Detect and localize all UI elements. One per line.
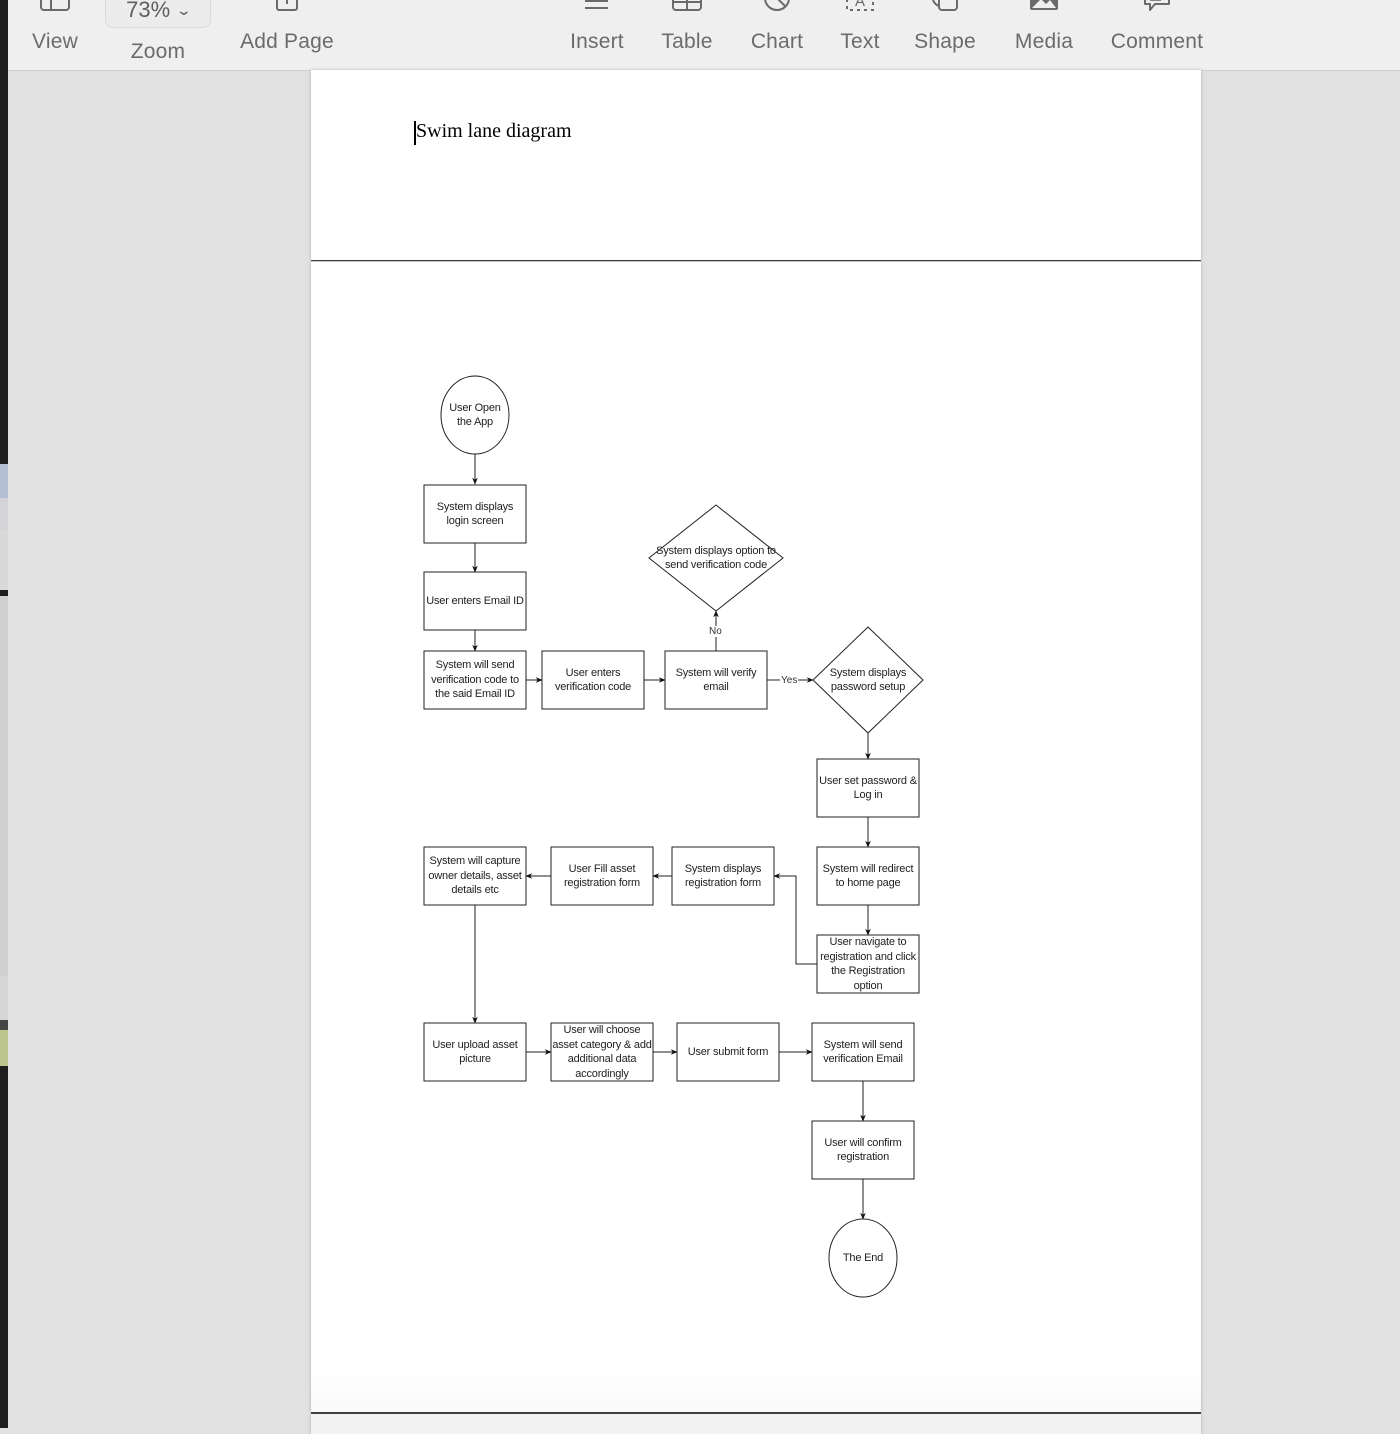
toolbar: View 73% ⌄ Zoom Add Page Insert Table Ch… — [8, 0, 1400, 71]
node-label-sendemail: System will send verification Email — [823, 1038, 903, 1066]
background-segment — [0, 498, 8, 530]
svg-text:A: A — [855, 0, 865, 10]
add-page-button[interactable]: Add Page — [234, 0, 340, 70]
node-label-verify: System will verify email — [675, 666, 757, 694]
node-label-entercode: User enters verification code — [554, 666, 632, 694]
edge-label-no: No — [708, 626, 723, 637]
comment-label: Comment — [1110, 30, 1204, 53]
comment-icon — [1141, 0, 1173, 20]
text-label: Text — [840, 30, 880, 53]
node-label-end: The End — [842, 1251, 884, 1264]
insert-label: Insert — [570, 30, 624, 53]
edge-label-yes: Yes — [780, 675, 799, 686]
insert-button[interactable]: Insert — [564, 0, 630, 70]
node-label-upload: User upload asset picture — [432, 1038, 518, 1066]
table-button[interactable]: Table — [656, 0, 718, 70]
zoom-control[interactable]: 73% ⌄ Zoom — [104, 0, 212, 70]
table-label: Table — [661, 30, 713, 53]
background-segment — [0, 596, 8, 976]
node-label-navreg: User navigate to registration and click … — [820, 936, 916, 992]
background-segment — [0, 1020, 8, 1030]
background-segment — [0, 464, 8, 498]
chart-icon — [762, 0, 792, 20]
view-button[interactable]: View — [22, 0, 88, 70]
background-window-edge — [0, 0, 8, 1428]
media-label: Media — [1014, 30, 1074, 53]
page-break-line — [311, 260, 1201, 261]
comment-button[interactable]: Comment — [1104, 0, 1210, 70]
shape-button[interactable]: Shape — [910, 0, 980, 70]
node-label-home: System will redirect to home page — [822, 862, 914, 890]
document-title-text[interactable]: Swim lane diagram — [416, 120, 572, 143]
document-page-2[interactable] — [311, 262, 1201, 1412]
document-page-1[interactable] — [311, 70, 1201, 260]
view-label: View — [32, 30, 78, 53]
text-box-icon: A — [844, 0, 876, 20]
background-segment — [0, 1030, 8, 1066]
node-label-regform: System displays registration form — [684, 862, 762, 890]
chevron-down-icon: ⌄ — [175, 1, 193, 18]
media-button[interactable]: Media — [1008, 0, 1080, 70]
sidebar-view-icon — [39, 0, 71, 20]
background-segment — [0, 530, 8, 590]
node-label-confirm: User will confirm registration — [824, 1136, 902, 1164]
table-icon — [671, 0, 703, 20]
node-label-submit: User submit form — [687, 1045, 769, 1058]
zoom-dropdown[interactable]: 73% ⌄ — [105, 0, 211, 28]
node-label-start: User Open the App — [449, 401, 501, 429]
shape-label: Shape — [914, 30, 976, 53]
media-icon — [1028, 0, 1060, 20]
zoom-label: Zoom — [130, 40, 186, 63]
add-page-label: Add Page — [240, 30, 334, 53]
add-page-icon — [273, 0, 301, 20]
node-label-login: System displays login screen — [436, 500, 514, 528]
node-label-setpw: User set password & Log in — [819, 774, 917, 802]
chart-button[interactable]: Chart — [744, 0, 810, 70]
node-label-fillform: User Fill asset registration form — [563, 862, 641, 890]
zoom-value: 73% — [126, 0, 171, 22]
insert-icon — [582, 0, 612, 20]
node-label-sendcode: System will send verification code to th… — [431, 659, 519, 701]
chart-label: Chart — [750, 30, 804, 53]
node-label-email: User enters Email ID — [426, 594, 524, 607]
text-button[interactable]: A Text — [834, 0, 886, 70]
document-page-3[interactable] — [311, 1414, 1201, 1434]
node-label-resend: System displays option to send verificat… — [656, 544, 776, 572]
background-segment — [0, 976, 8, 1020]
node-label-category: User will choose asset category & add ad… — [552, 1024, 652, 1080]
shape-icon — [929, 0, 961, 20]
node-label-capture: System will capture owner details, asset… — [428, 855, 522, 897]
node-label-pwsetup: System displays password setup — [829, 666, 907, 694]
